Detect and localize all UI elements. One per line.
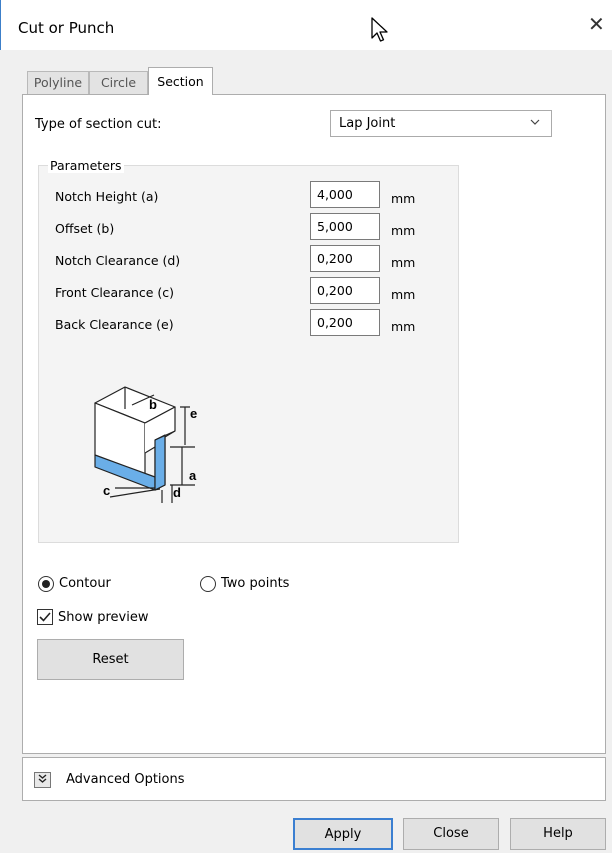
section-type-label: Type of section cut: (35, 117, 162, 132)
offset-unit: mm (391, 223, 416, 238)
chevron-down-icon (529, 116, 541, 131)
two-points-label[interactable]: Two points (221, 576, 289, 591)
front-clearance-label: Front Clearance (c) (55, 285, 175, 300)
diagram-label-b: b (149, 397, 157, 412)
advanced-options-label[interactable]: Advanced Options (66, 772, 185, 787)
offset-input[interactable]: 5,000 (310, 213, 380, 240)
expand-chevrons-icon[interactable] (34, 772, 51, 788)
reset-button[interactable]: Reset (37, 639, 184, 680)
parameters-title: Parameters (48, 158, 124, 173)
close-window-icon[interactable]: ✕ (588, 14, 605, 34)
contour-radio[interactable] (38, 576, 54, 592)
section-type-value: Lap Joint (339, 116, 396, 131)
notch-clearance-input[interactable]: 0,200 (310, 245, 380, 272)
notch-height-label: Notch Height (a) (55, 189, 159, 204)
diagram-label-a: a (189, 468, 197, 483)
show-preview-checkbox[interactable] (37, 609, 53, 625)
notch-height-unit: mm (391, 191, 416, 206)
back-clearance-label: Back Clearance (e) (55, 317, 174, 332)
checkmark-icon (39, 612, 51, 622)
notch-clearance-unit: mm (391, 255, 416, 270)
tab-circle[interactable]: Circle (89, 71, 148, 94)
apply-button[interactable]: Apply (293, 818, 393, 850)
back-clearance-input[interactable]: 0,200 (310, 309, 380, 336)
contour-label[interactable]: Contour (59, 576, 111, 591)
lap-joint-diagram: b e a c d (70, 385, 220, 509)
show-preview-label[interactable]: Show preview (58, 610, 148, 625)
notch-clearance-label: Notch Clearance (d) (55, 253, 181, 268)
two-points-radio[interactable] (200, 576, 216, 592)
front-clearance-input[interactable]: 0,200 (310, 277, 380, 304)
notch-height-input[interactable]: 4,000 (310, 181, 380, 208)
tab-section[interactable]: Section (148, 67, 213, 95)
help-button[interactable]: Help (510, 818, 606, 850)
offset-label: Offset (b) (55, 221, 115, 236)
close-button[interactable]: Close (403, 818, 499, 850)
back-clearance-unit: mm (391, 319, 416, 334)
section-type-dropdown[interactable]: Lap Joint (330, 110, 552, 137)
diagram-label-d: d (173, 485, 181, 500)
window-title: Cut or Punch (18, 19, 115, 37)
diagram-label-c: c (103, 483, 110, 498)
tab-polyline[interactable]: Polyline (27, 71, 89, 94)
mouse-cursor-icon (370, 16, 390, 48)
front-clearance-unit: mm (391, 287, 416, 302)
diagram-label-e: e (190, 406, 197, 421)
radio-selected-dot-icon (42, 580, 50, 588)
